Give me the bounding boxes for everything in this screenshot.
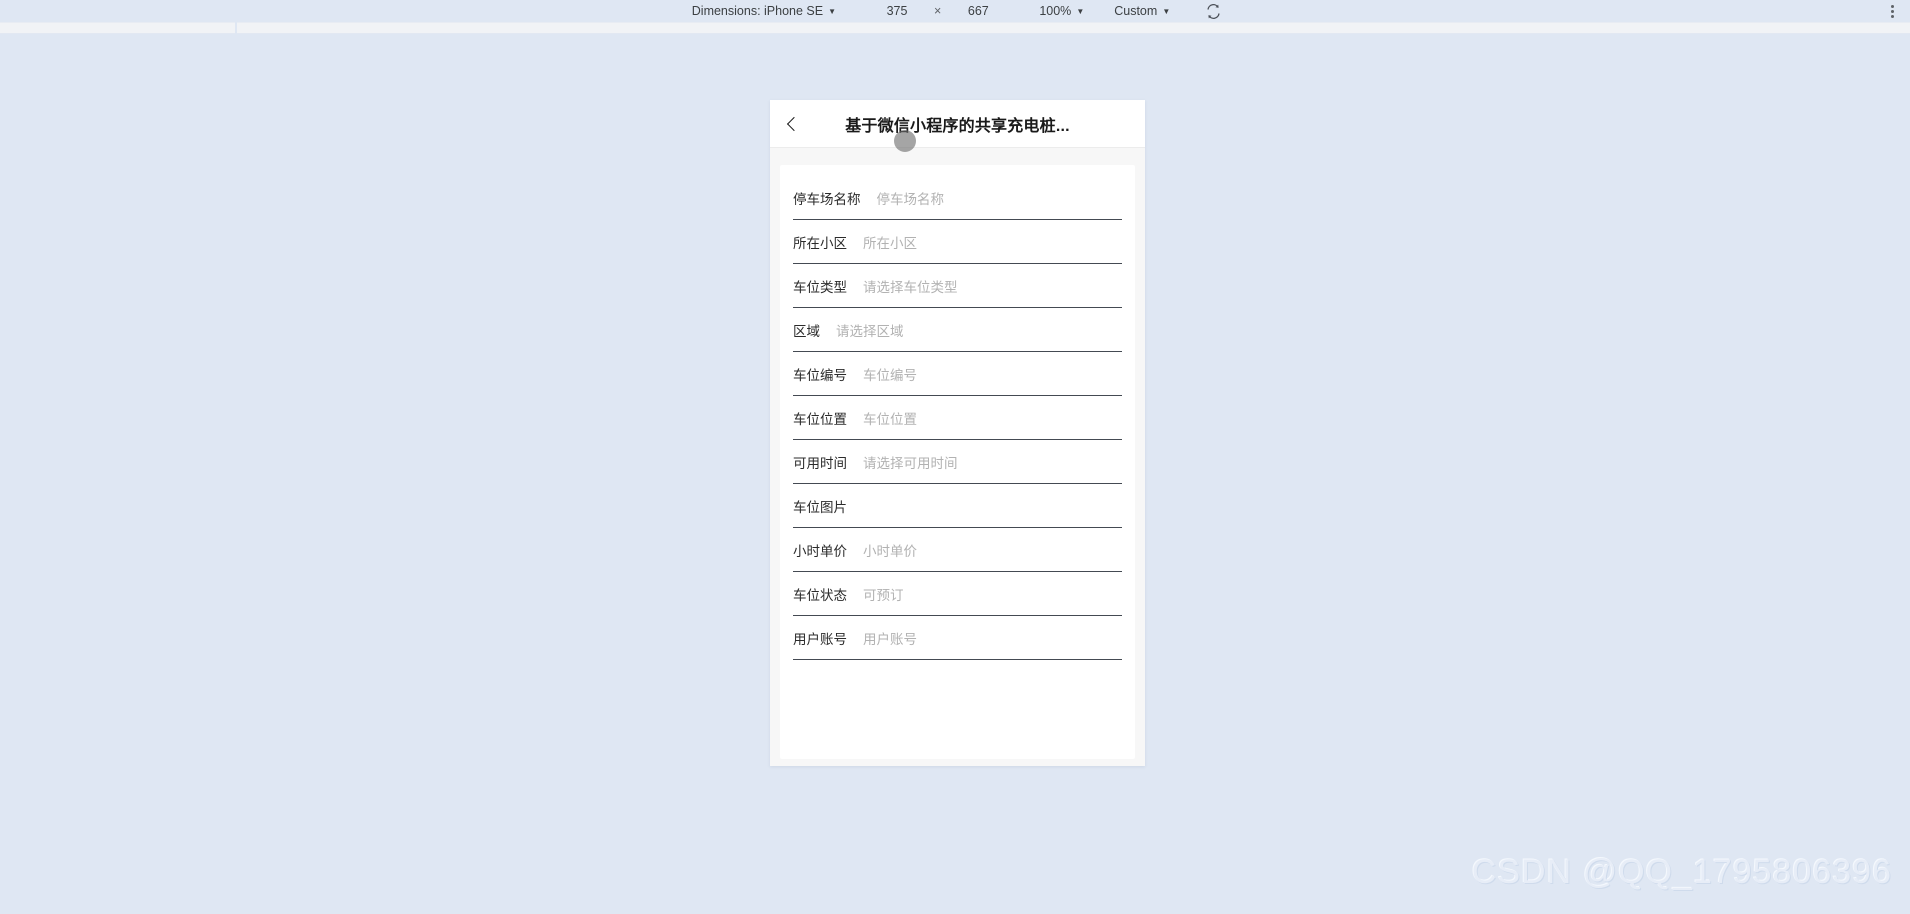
form-row-value[interactable]: 车位位置: [863, 408, 1122, 428]
phone-viewport: 基于微信小程序的共享充电桩... 停车场名称 停车场名称 所在小区 所在小区 车位类型请…: [770, 100, 1145, 766]
form-row[interactable]: 车位状态 可预订: [793, 572, 1122, 616]
viewport-width-input[interactable]: 375: [874, 4, 920, 18]
form-row[interactable]: 车位类型 请选择车位类型: [793, 264, 1122, 308]
form-row-value[interactable]: 请选择区域: [836, 320, 1122, 340]
form-row-label: 用户账号: [793, 631, 847, 647]
chevron-down-icon: ▼: [1076, 7, 1085, 16]
more-dot: [1890, 4, 1894, 8]
watermark-text: CSDN @QQ_1795806396: [1471, 853, 1892, 891]
more-vertical-icon[interactable]: [1884, 2, 1900, 20]
form-row[interactable]: 小时单价 小时单价: [793, 528, 1122, 572]
chevron-down-icon: ▼: [828, 7, 837, 16]
form-row-value[interactable]: 小时单价: [863, 540, 1122, 560]
form-row-label: 区域: [793, 323, 820, 339]
form-row-value[interactable]: 请选择可用时间: [863, 452, 1122, 472]
network-throttling-label: Custom: [1114, 4, 1158, 18]
form-row-value[interactable]: 用户账号: [863, 628, 1122, 648]
zoom-level-dropdown[interactable]: 100% ▼: [1035, 0, 1088, 22]
form-row-value[interactable]: 车位编号: [863, 364, 1122, 384]
network-throttling-dropdown[interactable]: Custom ▼: [1110, 0, 1174, 22]
form-row[interactable]: 所在小区 所在小区: [793, 220, 1122, 264]
form-row-label: 车位类型: [793, 279, 847, 295]
form-row-label: 车位图片: [793, 499, 847, 515]
form-row[interactable]: 车位图片: [793, 484, 1122, 528]
form-row[interactable]: 区域 请选择区域: [793, 308, 1122, 352]
form-row[interactable]: 停车场名称 停车场名称: [793, 176, 1122, 220]
more-dot: [1890, 14, 1894, 18]
form-row-label: 车位编号: [793, 367, 847, 383]
back-button[interactable]: [770, 100, 814, 147]
toolbar-underline-left: [0, 22, 235, 34]
form-row-label: 停车场名称: [793, 191, 861, 207]
page-title: 基于微信小程序的共享充电桩...: [845, 117, 1070, 135]
zoom-level-label: 100%: [1039, 4, 1072, 18]
viewport-height-input[interactable]: 667: [955, 4, 1001, 18]
rotate-device-icon[interactable]: [1204, 2, 1222, 20]
form-row-label: 所在小区: [793, 235, 847, 251]
parking-space-form: 停车场名称 停车场名称 所在小区 所在小区 车位类型 请选择车位类型 区域 请选择区域 车位编号…: [780, 165, 1135, 759]
form-row-label: 可用时间: [793, 455, 847, 471]
form-row-label: 车位位置: [793, 411, 847, 427]
form-row-value[interactable]: 请选择车位类型: [863, 276, 1122, 296]
form-row[interactable]: 可用时间 请选择可用时间: [793, 440, 1122, 484]
toolbar-underline-right: [237, 22, 1910, 34]
form-row[interactable]: 车位编号 车位编号: [793, 352, 1122, 396]
dimension-separator-icon: ×: [934, 4, 942, 18]
form-row-value[interactable]: 可预订: [863, 584, 1122, 604]
device-viewport-area: 基于微信小程序的共享充电桩... 停车场名称 停车场名称 所在小区 所在小区 车位类型请…: [0, 34, 1910, 914]
chevron-left-icon: [786, 116, 801, 131]
device-mode-toolbar: Dimensions: iPhone SE ▼ 375 × 667 100% ▼…: [0, 0, 1910, 22]
form-row-value[interactable]: 停车场名称: [877, 188, 1123, 208]
form-row-value[interactable]: 所在小区: [863, 232, 1122, 252]
more-dot: [1890, 9, 1894, 13]
form-row[interactable]: 车位位置 车位位置: [793, 396, 1122, 440]
device-dimensions-label: Dimensions: iPhone SE: [691, 4, 824, 18]
device-dimensions-dropdown[interactable]: Dimensions: iPhone SE ▼: [688, 0, 840, 22]
chevron-down-icon: ▼: [1162, 7, 1171, 16]
app-nav-bar: 基于微信小程序的共享充电桩...: [770, 100, 1145, 148]
form-row-label: 车位状态: [793, 587, 847, 603]
form-row-label: 小时单价: [793, 543, 847, 559]
form-row[interactable]: 用户账号 用户账号: [793, 616, 1122, 660]
